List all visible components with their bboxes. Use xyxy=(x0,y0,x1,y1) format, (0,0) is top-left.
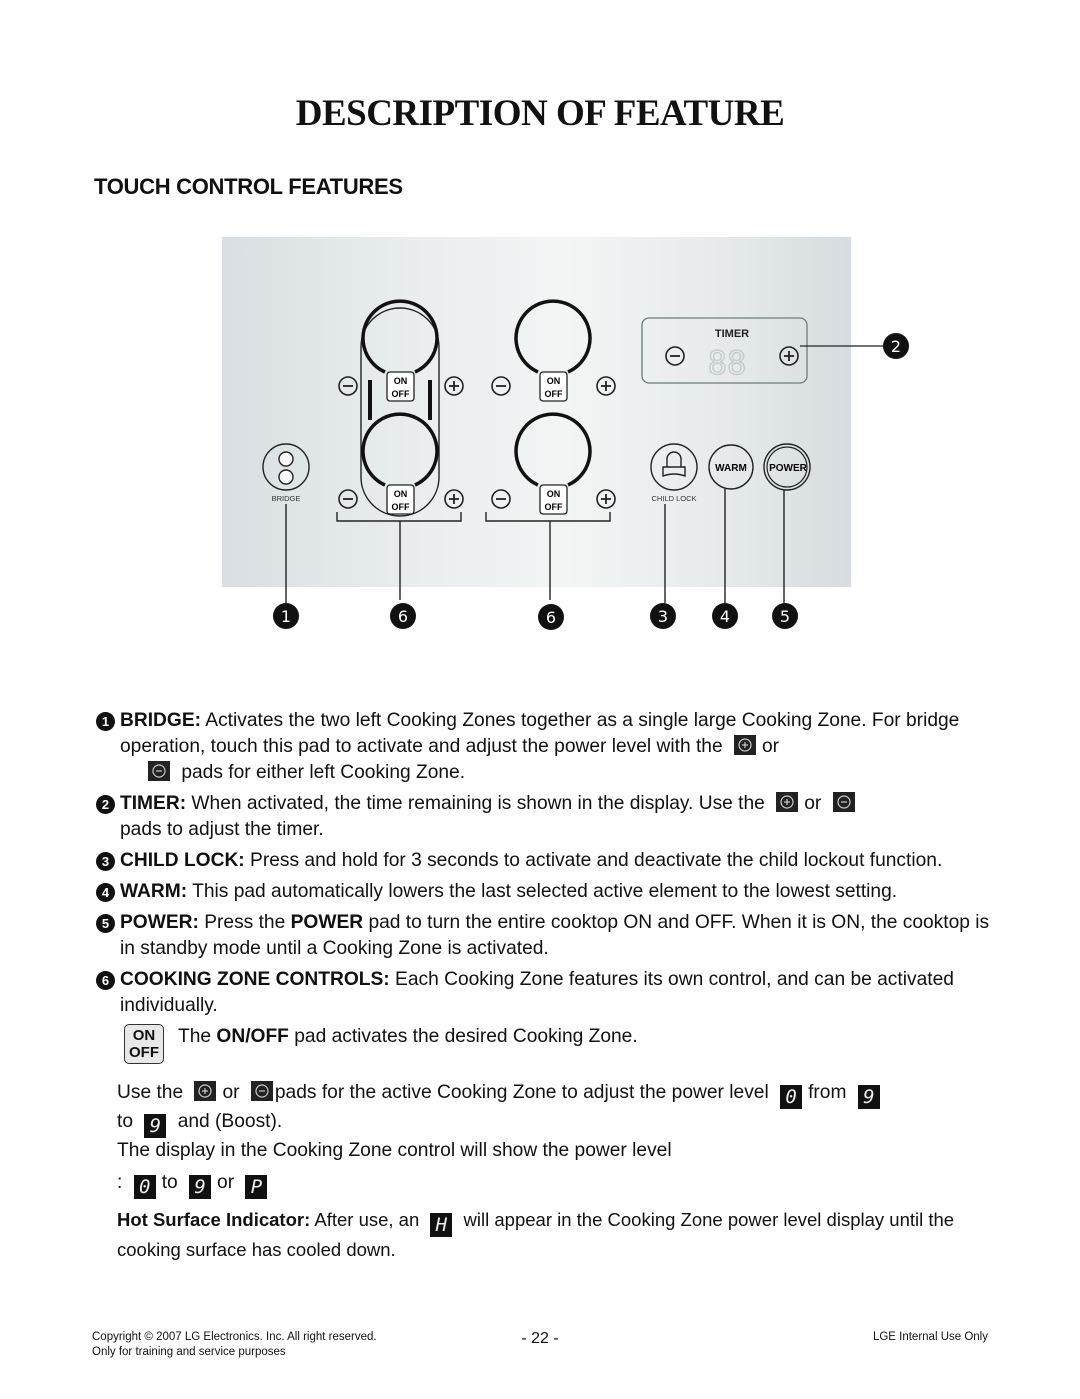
svg-text:3: 3 xyxy=(658,607,668,626)
plus-icon xyxy=(444,489,464,509)
power-level-description: Use the or pads for the active Cooking Z… xyxy=(96,1080,996,1199)
internal-use-text: LGE Internal Use Only xyxy=(872,1331,988,1343)
plus-icon xyxy=(596,376,616,396)
plus-icon xyxy=(444,376,464,396)
control-panel-svg: ON OFF ON OFF ON OFF ON OFF BRIDGE TIMER… xyxy=(262,299,909,630)
svg-text:ON: ON xyxy=(547,489,561,499)
callout-2: 2 xyxy=(883,333,909,359)
number-1-icon: 1 xyxy=(96,712,115,731)
minus-icon xyxy=(338,489,358,509)
svg-text:ON: ON xyxy=(394,376,408,386)
feature-timer: 2 TIMER: When activated, the time remain… xyxy=(96,791,996,843)
child-lock-pad: CHILD LOCK xyxy=(650,443,698,503)
minus-pad-icon xyxy=(250,1081,273,1101)
svg-text:ON: ON xyxy=(547,376,561,386)
onoff-pad-bottom-left: ON OFF xyxy=(386,484,415,515)
svg-text:2: 2 xyxy=(891,337,901,356)
svg-text:CHILD LOCK: CHILD LOCK xyxy=(651,494,696,503)
timer-panel: TIMER 88 xyxy=(641,317,808,384)
svg-text:6: 6 xyxy=(398,607,408,626)
bracket-left xyxy=(336,512,462,600)
minus-pad-icon xyxy=(148,761,170,781)
plus-icon xyxy=(596,489,616,509)
power-pad: POWER xyxy=(763,443,811,491)
minus-pad-icon xyxy=(832,792,855,812)
digit-9-icon: 9 xyxy=(144,1114,167,1138)
onoff-description: ON OFFThe ON/OFF pad activates the desire… xyxy=(96,1024,996,1064)
feature-warm: 4 WARM: This pad automatically lowers th… xyxy=(96,879,996,905)
svg-text:4: 4 xyxy=(720,607,730,626)
bridge-pad: BRIDGE xyxy=(262,443,310,503)
bridge-label: BRIDGE xyxy=(272,494,301,503)
svg-text:1: 1 xyxy=(281,607,291,626)
hot-surface-description: Hot Surface Indicator: After use, an H w… xyxy=(117,1209,955,1260)
feature-cooking-zone-controls: 6 COOKING ZONE CONTROLS: Each Cooking Zo… xyxy=(96,967,996,1019)
timer-display: 88 xyxy=(708,344,747,382)
letter-h-icon: H xyxy=(430,1213,453,1237)
plus-pad-icon xyxy=(734,735,756,755)
letter-p-icon: P xyxy=(245,1175,268,1199)
minus-icon xyxy=(338,376,358,396)
svg-text:TIMER: TIMER xyxy=(715,328,749,340)
onoff-pad-top-right: ON OFF xyxy=(539,371,568,402)
svg-text:WARM: WARM xyxy=(715,463,747,474)
svg-text:OFF: OFF xyxy=(545,502,563,512)
feature-power: 5 POWER: Press the POWER pad to turn the… xyxy=(96,910,996,962)
callout-3: 3 xyxy=(650,603,676,629)
svg-text:OFF: OFF xyxy=(392,502,410,512)
bridge-bar-right xyxy=(428,380,432,420)
digit-9-icon: 9 xyxy=(857,1085,880,1109)
svg-text:6: 6 xyxy=(546,608,556,627)
minus-icon xyxy=(491,376,511,396)
zone-bottom-right xyxy=(514,412,592,487)
onoff-pad-top-left: ON OFF xyxy=(386,371,415,402)
digit-9-icon: 9 xyxy=(189,1175,212,1199)
training-text: Only for training and service purposes xyxy=(92,1346,286,1358)
callout-6a: 6 xyxy=(390,603,416,629)
bracket-right xyxy=(485,512,611,600)
number-5-icon: 5 xyxy=(96,914,115,933)
callout-1: 1 xyxy=(273,603,299,629)
digit-0-icon: 0 xyxy=(133,1175,156,1199)
number-2-icon: 2 xyxy=(96,795,115,814)
minus-icon xyxy=(491,489,511,509)
feature-descriptions: 1 BRIDGE: Activates the two left Cooking… xyxy=(96,708,996,1263)
feature-child-lock: 3 CHILD LOCK: Press and hold for 3 secon… xyxy=(96,848,996,874)
number-6-icon: 6 xyxy=(96,971,115,990)
callout-4: 4 xyxy=(712,603,738,629)
svg-text:POWER: POWER xyxy=(769,463,808,474)
svg-text:ON: ON xyxy=(394,489,408,499)
svg-text:5: 5 xyxy=(780,607,790,626)
zone-top-left xyxy=(361,299,439,374)
digit-0-icon: 0 xyxy=(780,1085,803,1109)
plus-pad-icon xyxy=(194,1081,217,1101)
svg-text:OFF: OFF xyxy=(392,389,410,399)
callout-6b: 6 xyxy=(538,604,564,630)
warm-pad: WARM xyxy=(708,444,754,490)
plus-pad-icon xyxy=(776,792,799,812)
onoff-pad-icon: ON OFF xyxy=(124,1024,164,1064)
zone-bottom-left xyxy=(361,412,439,487)
number-4-icon: 4 xyxy=(96,883,115,902)
zone-top-right xyxy=(514,299,592,374)
svg-text:OFF: OFF xyxy=(545,389,563,399)
onoff-pad-bottom-right: ON OFF xyxy=(539,484,568,515)
bridge-bar-left xyxy=(368,380,372,420)
feature-bridge: 1 BRIDGE: Activates the two left Cooking… xyxy=(96,708,996,786)
callout-5: 5 xyxy=(772,603,798,629)
number-3-icon: 3 xyxy=(96,852,115,871)
